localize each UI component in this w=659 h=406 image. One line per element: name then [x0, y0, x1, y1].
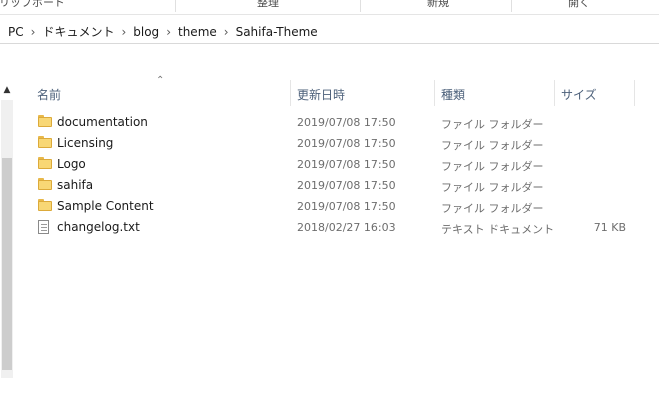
column-header-size-label: サイズ: [561, 88, 597, 102]
column-header-date[interactable]: 更新日時: [291, 79, 434, 107]
file-type: ファイル フォルダー: [441, 202, 544, 215]
file-size: 71 KB: [593, 221, 626, 234]
ribbon-group-new: 新規: [427, 0, 449, 9]
chevron-right-icon[interactable]: ›: [221, 25, 232, 39]
ribbon-group-open: 開く: [568, 0, 590, 9]
file-date: 2019/07/08 17:50: [297, 200, 396, 213]
column-header-type-label: 種類: [441, 88, 466, 102]
file-name: Licensing: [57, 136, 114, 150]
ribbon-separator: [175, 0, 176, 12]
list-item[interactable]: documentation 2019/07/08 17:50 ファイル フォルダ…: [30, 112, 640, 133]
chevron-right-icon[interactable]: ›: [163, 25, 174, 39]
column-header-date-label: 更新日時: [297, 88, 346, 102]
ribbon-group-clipboard: クリップボード: [0, 0, 65, 9]
ribbon-separator: [360, 0, 361, 12]
list-item[interactable]: changelog.txt 2018/02/27 16:03 テキスト ドキュメ…: [30, 217, 640, 238]
list-item[interactable]: Licensing 2019/07/08 17:50 ファイル フォルダー: [30, 133, 640, 154]
file-date: 2019/07/08 17:50: [297, 116, 396, 129]
list-item[interactable]: Logo 2019/07/08 17:50 ファイル フォルダー: [30, 154, 640, 175]
column-divider[interactable]: [634, 80, 635, 106]
breadcrumb-sahifa-theme[interactable]: Sahifa-Theme: [232, 24, 322, 40]
list-item[interactable]: sahifa 2019/07/08 17:50 ファイル フォルダー: [30, 175, 640, 196]
folder-icon: [38, 136, 52, 148]
column-header-name-label: 名前: [37, 88, 62, 102]
folder-icon: [38, 157, 52, 169]
file-type: テキスト ドキュメント: [441, 223, 555, 236]
breadcrumb: PC › ドキュメント › blog › theme › Sahifa-Them…: [4, 22, 322, 41]
column-header-type[interactable]: 種類: [435, 79, 554, 107]
file-name: documentation: [57, 115, 148, 129]
folder-icon: [38, 178, 52, 190]
chevron-right-icon[interactable]: ›: [28, 25, 39, 39]
ribbon-group-organize: 整理: [257, 0, 279, 9]
file-date: 2019/07/08 17:50: [297, 158, 396, 171]
folder-icon: [38, 115, 52, 127]
file-name: sahifa: [57, 178, 94, 192]
column-header-size[interactable]: サイズ: [555, 79, 634, 107]
file-date: 2019/07/08 17:50: [297, 179, 396, 192]
file-name: Sample Content: [57, 199, 154, 213]
breadcrumb-theme[interactable]: theme: [174, 24, 221, 40]
chevron-right-icon[interactable]: ›: [118, 25, 129, 39]
breadcrumb-blog[interactable]: blog: [129, 24, 163, 40]
ribbon-separator: [511, 0, 512, 12]
file-type: ファイル フォルダー: [441, 181, 544, 194]
scroll-up-arrow-icon[interactable]: ▲: [1, 83, 13, 97]
column-header-name[interactable]: 名前: [30, 79, 290, 107]
file-type: ファイル フォルダー: [441, 139, 544, 152]
file-date: 2018/02/27 16:03: [297, 221, 396, 234]
nav-scrollbar-thumb[interactable]: [2, 158, 12, 370]
file-name: changelog.txt: [57, 220, 140, 234]
text-file-icon: [38, 220, 49, 234]
breadcrumb-documents[interactable]: ドキュメント: [38, 22, 118, 41]
folder-icon: [38, 199, 52, 211]
file-name: Logo: [57, 157, 86, 171]
list-item[interactable]: Sample Content 2019/07/08 17:50 ファイル フォル…: [30, 196, 640, 217]
file-type: ファイル フォルダー: [441, 160, 544, 173]
breadcrumb-pc[interactable]: PC: [4, 24, 28, 40]
ribbon: クリップボード 整理 新規 開く: [0, 0, 659, 15]
address-bar[interactable]: PC › ドキュメント › blog › theme › Sahifa-Them…: [0, 19, 659, 44]
file-date: 2019/07/08 17:50: [297, 137, 396, 150]
file-type: ファイル フォルダー: [441, 118, 544, 131]
